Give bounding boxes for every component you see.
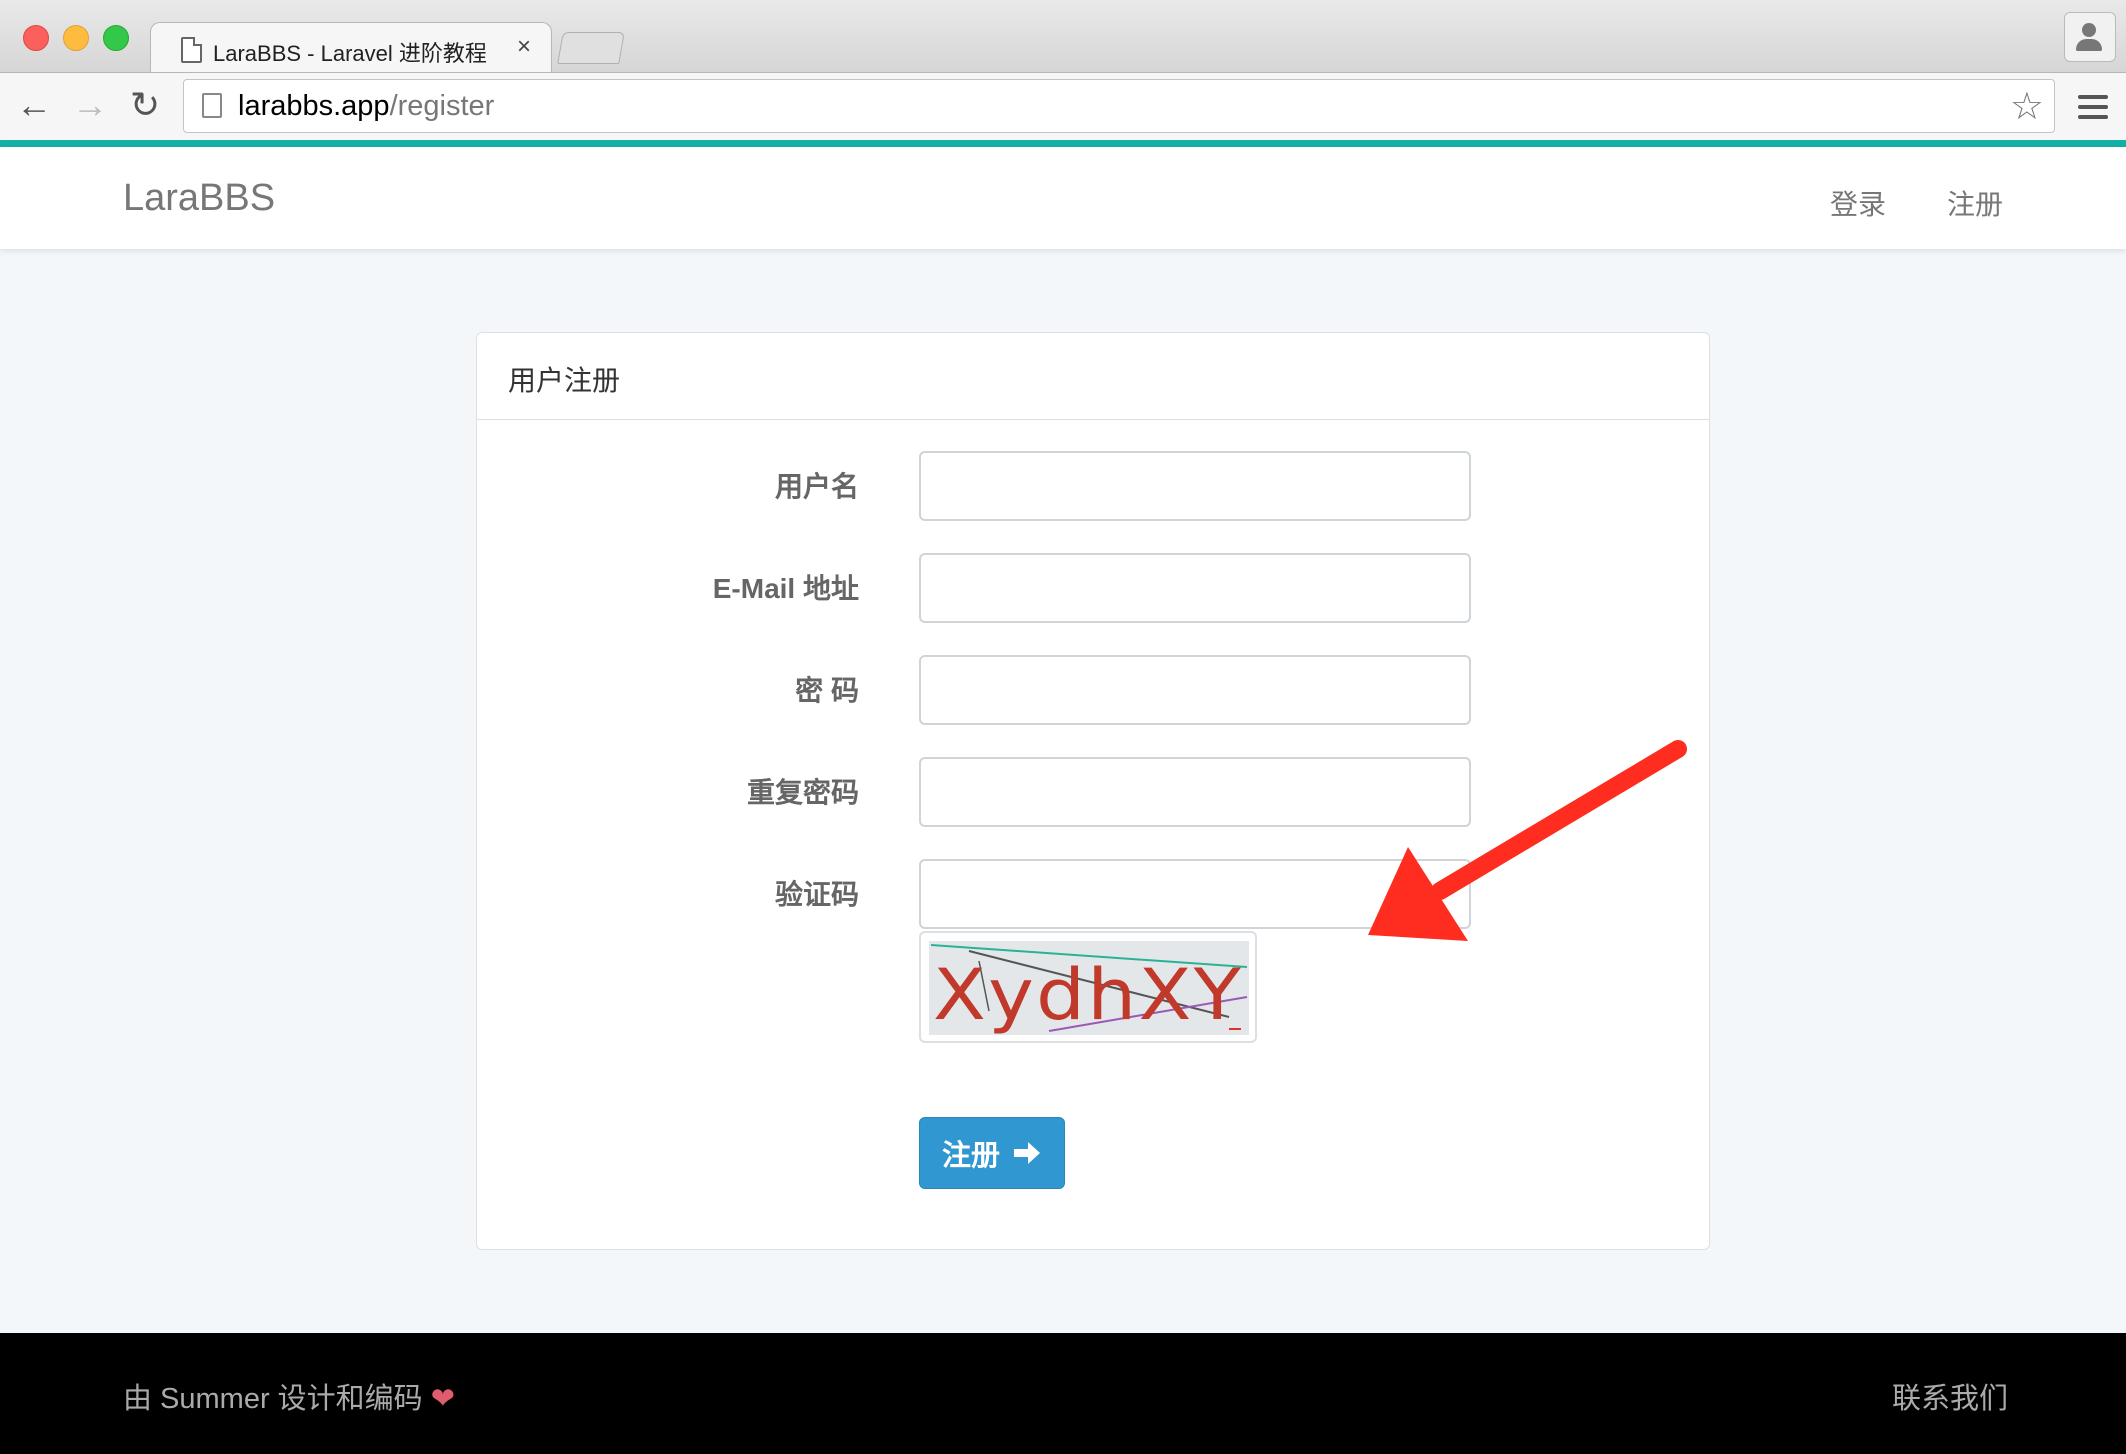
panel-title: 用户注册	[508, 365, 621, 396]
tab-close-icon[interactable]: ×	[517, 33, 531, 61]
captcha-graphic: XydhXY	[929, 941, 1249, 1035]
captcha-text: XydhXY	[933, 954, 1243, 1035]
hamburger-menu-icon[interactable]	[2078, 95, 2108, 125]
url-text[interactable]: larabbs.app/register	[238, 90, 494, 123]
user-icon	[2082, 23, 2096, 37]
heart-icon: ❤	[430, 1383, 456, 1415]
contact-link[interactable]: 联系我们	[1892, 1375, 2008, 1417]
profile-button[interactable]	[2064, 12, 2116, 62]
minimize-window-button[interactable]	[63, 25, 89, 51]
username-input[interactable]	[919, 451, 1471, 521]
page-icon	[202, 93, 222, 118]
nav-login-link[interactable]: 登录	[1830, 183, 1886, 223]
nav-register-link[interactable]: 注册	[1947, 183, 2003, 223]
reload-icon[interactable]: ↻	[130, 85, 160, 125]
username-label: 用户名	[774, 471, 859, 502]
password-input[interactable]	[919, 655, 1471, 725]
captcha-image[interactable]: XydhXY	[919, 931, 1257, 1043]
address-bar[interactable]: larabbs.app/register ☆	[183, 79, 2055, 133]
brand-link[interactable]: LaraBBS	[123, 177, 275, 220]
tab-title: LaraBBS - Laravel 进阶教程	[213, 41, 487, 66]
footer-credit: 由 Summer 设计和编码 ❤	[123, 1383, 456, 1415]
star-icon[interactable]: ☆	[2010, 84, 2044, 129]
email-label: E-Mail 地址	[712, 573, 859, 604]
annotation-arrow	[1368, 740, 1687, 941]
forward-arrow-icon[interactable]: →	[72, 85, 108, 125]
submit-label: 注册	[941, 1140, 1000, 1172]
register-submit-button[interactable]: 注册	[919, 1117, 1065, 1189]
browser-tab-strip: LaraBBS - Laravel 进阶教程 ×	[0, 0, 2126, 75]
browser-tab[interactable]: LaraBBS - Laravel 进阶教程 ×	[150, 22, 552, 75]
close-window-button[interactable]	[23, 25, 49, 51]
toolbar-accent-bar	[0, 140, 2126, 147]
site-navbar: LaraBBS 登录 注册	[0, 147, 2126, 249]
new-tab-button[interactable]	[557, 32, 625, 64]
site-footer: 由 Summer 设计和编码 ❤ 联系我们	[0, 1333, 2126, 1454]
page-icon	[181, 37, 202, 63]
password-confirm-label: 重复密码	[746, 777, 859, 808]
password-label: 密 码	[795, 675, 859, 706]
arrow-right-icon	[1014, 1142, 1040, 1164]
browser-toolbar: ← → ↻ larabbs.app/register ☆	[0, 72, 2126, 141]
zoom-window-button[interactable]	[103, 25, 129, 51]
panel-heading: 用户注册	[477, 333, 1709, 420]
captcha-label: 验证码	[774, 879, 859, 910]
email-input[interactable]	[919, 553, 1471, 623]
back-arrow-icon[interactable]: ←	[16, 85, 52, 125]
